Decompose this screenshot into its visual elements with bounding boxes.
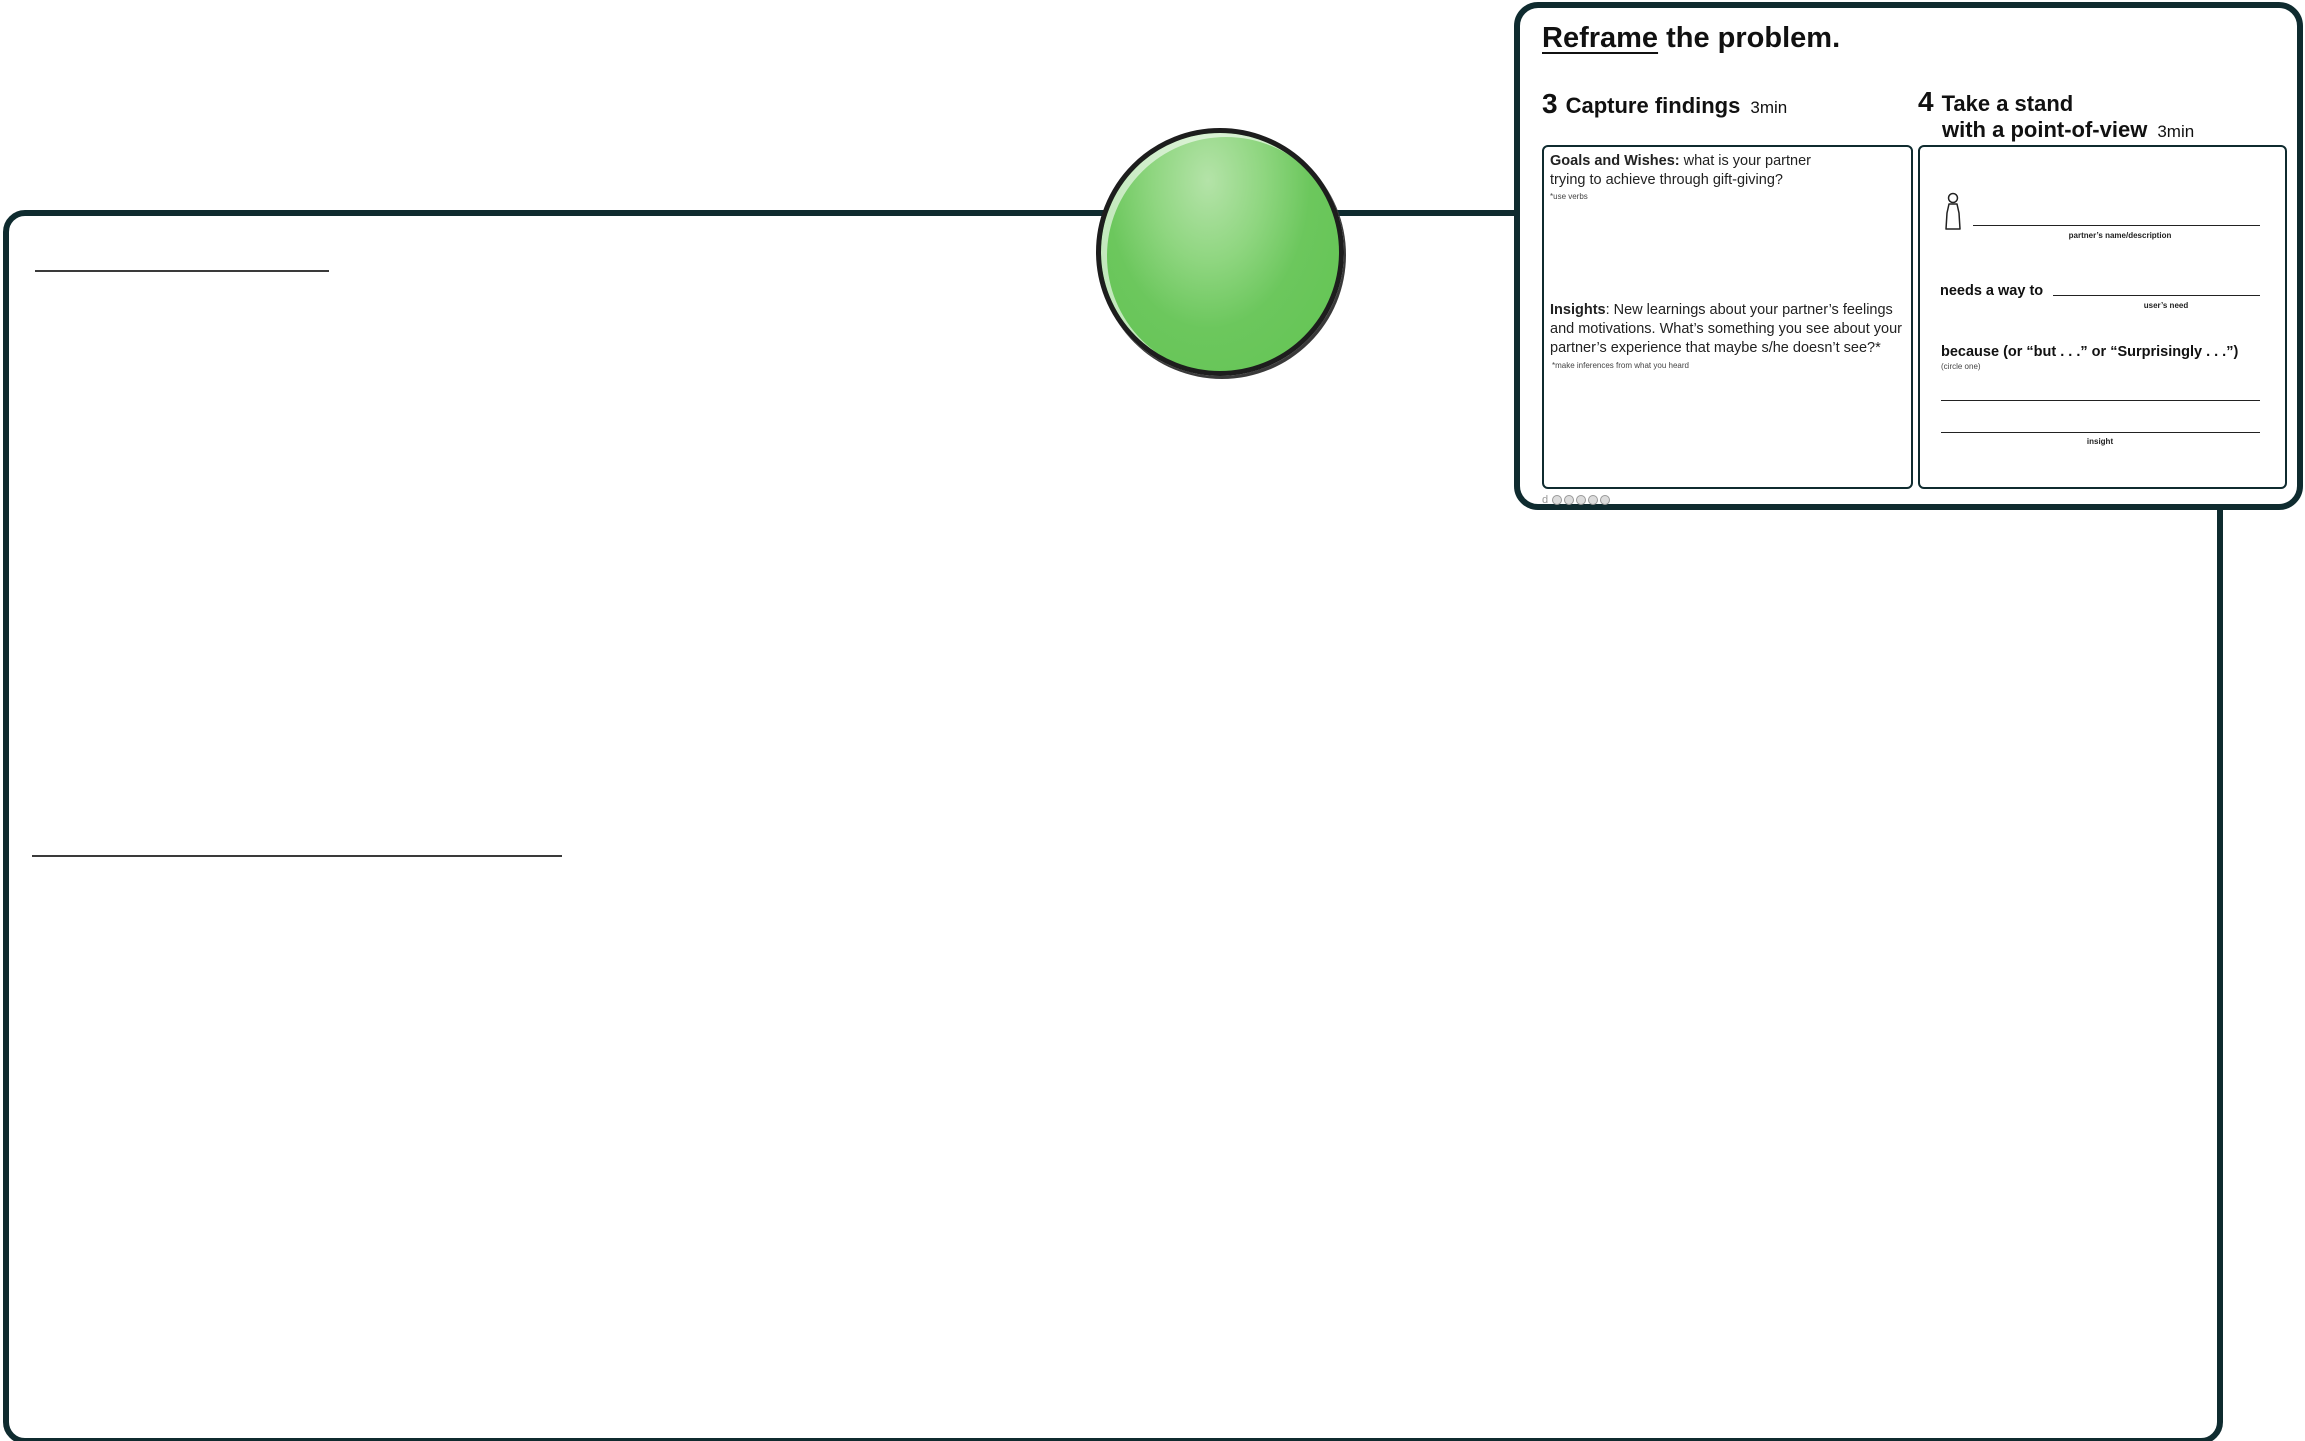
section4-heading: 4 Take a stand — [1918, 88, 2073, 118]
insights-label: Insights — [1550, 302, 1606, 318]
insight-line-1[interactable] — [1941, 400, 2260, 401]
insight-line-2[interactable] — [1941, 432, 2260, 433]
partner-caption: partner’s name/description — [2068, 231, 2172, 240]
logo-dot — [1552, 495, 1563, 505]
board-rule-long — [32, 855, 562, 857]
logo-dot — [1564, 495, 1575, 505]
needs-line[interactable] — [2053, 295, 2260, 296]
logo-letter: d — [1542, 494, 1549, 506]
goals-wishes-text: Goals and Wishes: what is your partner t… — [1550, 152, 1820, 190]
goals-note: *use verbs — [1550, 192, 1588, 201]
section4-title-line2: with a point-of-view — [1942, 117, 2148, 142]
card-title-rest: the problem. — [1658, 22, 1841, 54]
insight-caption: insight — [2086, 437, 2114, 446]
dschool-logo: d — [1542, 494, 1611, 506]
card-title-underlined: Reframe — [1542, 22, 1659, 54]
logo-dot — [1588, 495, 1599, 505]
point-of-view-box[interactable]: partner’s name/description needs a way t… — [1918, 145, 2287, 489]
logo-dot — [1600, 495, 1611, 505]
section4-time: 3min — [2157, 122, 2195, 141]
insights-text: Insights: New learnings about your partn… — [1550, 301, 1910, 358]
needs-label: needs a way to — [1940, 283, 2044, 299]
insights-note: *make inferences from what you heard — [1552, 361, 1689, 370]
logo-dot — [1576, 495, 1587, 505]
person-icon — [1945, 192, 1961, 230]
partner-line[interactable] — [1973, 225, 2260, 226]
section3-heading: 3 Capture findings 3min — [1542, 90, 1787, 122]
section4-heading-line2: with a point-of-view 3min — [1942, 116, 2194, 146]
because-label: because (or “but . . .” or “Surprisingly… — [1941, 344, 2239, 360]
whiteboard-canvas: Reframe the problem. 3 Capture findings 3m… — [0, 0, 2305, 1441]
card-title: Reframe the problem. — [1542, 22, 1840, 55]
section3-title: Capture findings — [1565, 93, 1741, 118]
board-rule-short — [35, 270, 329, 272]
section3-time: 3min — [1750, 98, 1788, 117]
green-circle-sticker[interactable] — [1096, 128, 1344, 376]
section3-number: 3 — [1542, 88, 1558, 119]
needs-caption: user’s need — [2143, 301, 2189, 310]
section4-title-line1: Take a stand — [1941, 91, 2074, 116]
capture-findings-box[interactable]: Goals and Wishes: what is your partner t… — [1542, 145, 1913, 489]
reframe-worksheet-card[interactable]: Reframe the problem. 3 Capture findings 3m… — [1514, 2, 2303, 510]
circle-one-note: (circle one) — [1941, 362, 1981, 371]
section4-number: 4 — [1918, 86, 1934, 117]
goals-wishes-label: Goals and Wishes: — [1550, 153, 1680, 169]
